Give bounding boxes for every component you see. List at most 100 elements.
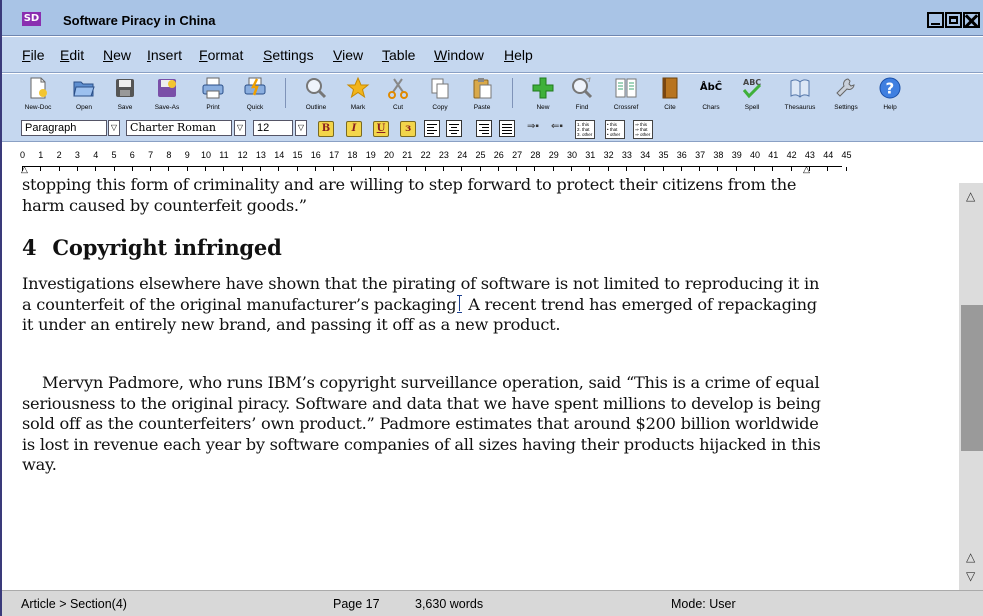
ruler-number: 12	[237, 150, 248, 160]
ruler-number: 25	[475, 150, 486, 160]
new-element-button[interactable]: New	[521, 76, 565, 116]
ruler-tick	[497, 167, 499, 171]
green-plus-icon	[532, 77, 554, 99]
underline-button[interactable]: U	[373, 121, 389, 137]
format-bar: Paragraph ▽ Charter Roman ▽ 12 ▽ B I U ɜ…	[2, 118, 983, 142]
document-area[interactable]: stopping this form of criminality and ar…	[4, 175, 959, 590]
ruler-number: 2	[56, 150, 62, 160]
scroll-top-arrow-icon[interactable]: △	[966, 189, 975, 203]
ruler-number: 34	[640, 150, 651, 160]
paste-clipboard-icon	[473, 78, 492, 99]
numbered-list-button[interactable]: 1. this 2. that 3. other	[575, 120, 595, 139]
close-button[interactable]	[963, 12, 980, 28]
main-toolbar: New-Doc Open Save Save-As Print Quick Ou…	[2, 74, 983, 118]
ruler-number: 28	[530, 150, 541, 160]
breadcrumb[interactable]: Article > Section(4)	[21, 597, 127, 611]
ruler-number: 38	[713, 150, 724, 160]
quick-print-icon	[244, 77, 266, 96]
save-as-icon	[158, 79, 176, 97]
outdent-icon[interactable]: ⇐▪	[551, 121, 563, 132]
ruler-number: 32	[603, 150, 614, 160]
mark-button[interactable]: Mark	[336, 76, 380, 116]
scroll-up-arrow-icon[interactable]: △	[966, 550, 975, 564]
find-magnifier-icon	[572, 77, 593, 99]
indent-list-button[interactable]: ⇒ this ⇒ that ⇒ other	[633, 120, 653, 139]
strike-button[interactable]: ɜ	[400, 121, 416, 137]
menu-settings[interactable]: Settings	[263, 47, 314, 63]
ruler-number: 44	[823, 150, 834, 160]
settings-button[interactable]: Settings	[824, 76, 868, 116]
outline-button[interactable]: Outline	[294, 76, 338, 116]
menu-window[interactable]: Window	[434, 47, 484, 63]
paragraph-top: stopping this form of criminality and ar…	[22, 175, 797, 215]
ruler-tick	[168, 167, 170, 171]
cut-button[interactable]: Cut	[376, 76, 420, 116]
ruler-number: 35	[658, 150, 669, 160]
help-button[interactable]: ? Help	[868, 76, 912, 116]
menu-insert[interactable]: Insert	[147, 47, 182, 63]
ruler[interactable]: 0 1 2 3 4 5 6 7 8 9 10 11 12 13 14 15 16 17 18 19 20 21 22 23 24…	[2, 143, 983, 175]
font-select[interactable]: Charter Roman	[126, 120, 232, 136]
bullet-list-button[interactable]: • this • that • other	[605, 120, 625, 139]
quick-print-button[interactable]: Quick	[233, 76, 277, 116]
align-center-button[interactable]	[446, 120, 462, 137]
chars-button[interactable]: ÅbĈ Chars	[689, 76, 733, 116]
menu-edit[interactable]: Edit	[60, 47, 84, 63]
thesaurus-button[interactable]: Thesaurus	[778, 76, 822, 116]
align-justify-button[interactable]	[499, 120, 515, 137]
paste-button[interactable]: Paste	[460, 76, 504, 116]
indent-icon[interactable]: ⇒▪	[527, 121, 539, 132]
style-select[interactable]: Paragraph	[21, 120, 107, 136]
scroll-down-arrow-icon[interactable]: ▽	[966, 569, 975, 583]
right-margin-marker[interactable]: △	[803, 165, 810, 174]
ruler-tick	[735, 167, 737, 171]
outline-magnifier-icon	[306, 78, 327, 99]
menu-new[interactable]: New	[103, 47, 131, 63]
mode-indicator: Mode: User	[671, 597, 736, 611]
spell-button[interactable]: ABC Spell	[730, 76, 774, 116]
save-as-button[interactable]: Save-As	[145, 76, 189, 116]
chevron-down-icon[interactable]: ▽	[108, 120, 120, 136]
italic-button[interactable]: I	[346, 121, 362, 137]
app-logo-icon: SD	[22, 12, 41, 26]
menu-file[interactable]: File	[22, 47, 45, 63]
ruler-tick	[845, 167, 847, 171]
left-margin-marker[interactable]: △	[21, 165, 28, 174]
vertical-scrollbar[interactable]: △ △ ▽	[959, 183, 983, 590]
cite-button[interactable]: Cite	[648, 76, 692, 116]
menu-table[interactable]: Table	[382, 47, 415, 63]
align-right-button[interactable]	[476, 120, 492, 137]
ruler-tick	[58, 167, 60, 171]
open-button[interactable]: Open	[62, 76, 106, 116]
size-select[interactable]: 12	[253, 120, 293, 136]
ruler-number: 36	[676, 150, 687, 160]
ruler-number: 13	[255, 150, 266, 160]
print-button[interactable]: Print	[191, 76, 235, 116]
find-button[interactable]: Find	[560, 76, 604, 116]
chevron-down-icon[interactable]: ▽	[234, 120, 246, 136]
ruler-tick	[442, 167, 444, 171]
menu-format[interactable]: Format	[199, 47, 243, 63]
ruler-number: 9	[184, 150, 190, 160]
ruler-number: 42	[786, 150, 797, 160]
save-button[interactable]: Save	[103, 76, 147, 116]
scrollbar-thumb[interactable]	[961, 305, 983, 451]
section-heading: 4 Copyright infringed	[22, 235, 282, 260]
status-bar: Article > Section(4) Page 17 3,630 words…	[2, 590, 983, 616]
ruler-tick	[571, 167, 572, 171]
align-left-button[interactable]	[424, 120, 440, 137]
menu-help[interactable]: Help	[504, 47, 533, 63]
ruler-tick	[772, 167, 774, 171]
paragraph-1: Investigations elsewhere have shown that…	[22, 274, 820, 334]
bold-button[interactable]: B	[318, 121, 334, 137]
minimize-button[interactable]	[927, 12, 944, 28]
new-doc-button[interactable]: New-Doc	[16, 76, 60, 116]
ruler-tick	[607, 167, 609, 171]
maximize-button[interactable]	[945, 12, 962, 28]
crossref-button[interactable]: Crossref	[604, 76, 648, 116]
copy-button[interactable]: Copy	[418, 76, 462, 116]
ruler-number: 40	[750, 150, 761, 160]
chevron-down-icon[interactable]: ▽	[295, 120, 307, 136]
menu-view[interactable]: View	[333, 47, 363, 63]
ruler-number: 26	[493, 150, 504, 160]
